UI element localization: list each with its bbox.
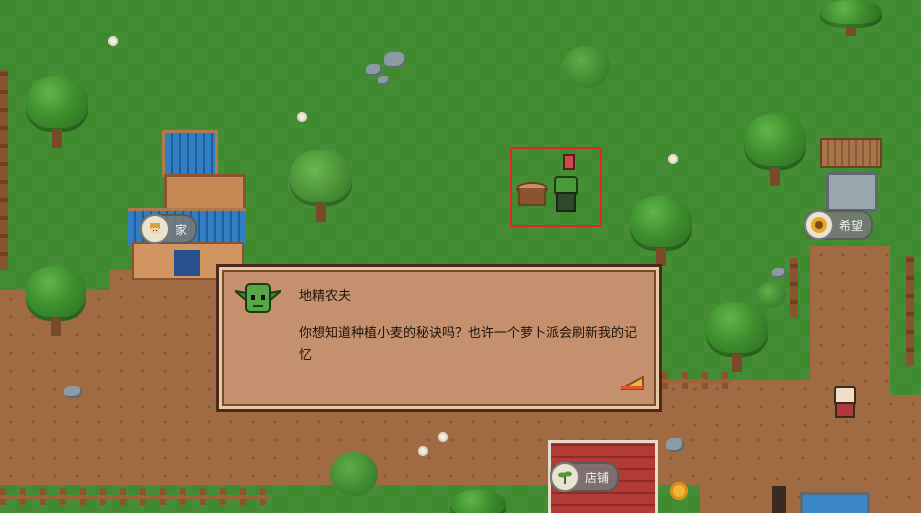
flower [418,446,428,456]
rock [666,438,684,452]
rock [366,64,382,76]
game-world: 家 希望 店铺 [0,0,921,513]
wish-sign[interactable]: 希望 [804,210,874,240]
home-sign[interactable]: 家 [140,214,198,244]
flower-bush [330,452,378,496]
villager-portrait-icon [140,214,170,244]
fence-bottom-left [0,488,270,505]
fruit-tree [290,150,352,222]
wishing-well[interactable] [818,138,882,212]
fence-mid-right [662,372,732,389]
home-sign-label: 家 [175,222,188,237]
rock [384,52,406,68]
bush [756,282,786,308]
dirt-path-right [810,246,890,396]
wish-sign-label: 希望 [839,218,864,233]
npc-highlight-box [510,147,602,227]
tree [26,76,88,148]
well-base [826,172,878,212]
flower [668,154,678,164]
tree [450,490,506,513]
house-roof-top [162,130,218,177]
rock [378,76,390,85]
rock [64,386,82,398]
lantern-post [772,486,786,513]
villager-body [835,402,855,418]
house-door[interactable] [174,250,200,276]
npc-name: 地精农夫 [299,289,352,304]
flower [438,432,448,442]
flower [108,36,118,46]
tree [630,196,692,266]
shop-sign-label: 店铺 [585,470,610,485]
fence-left [0,70,8,270]
fence-far-right [906,256,914,366]
tree [706,302,768,372]
goblin-face-icon [231,281,285,315]
fence-right-post [790,258,798,318]
pond [800,492,870,513]
tree [26,266,86,336]
flower [297,112,307,122]
well-roof [820,138,882,168]
shop-sign[interactable]: 店铺 [550,462,620,492]
villager-npc[interactable] [832,386,856,418]
dialog-text: 你想知道种植小麦的秘诀吗？也许一个萝卜派会刷新我的记忆 [299,326,638,363]
tree [744,114,806,186]
rock [772,268,786,278]
bush [562,46,610,88]
sunflower-icon [804,210,834,240]
sunflower [670,482,688,500]
sprout-icon [550,462,580,492]
tree [820,0,882,36]
home-house[interactable] [128,130,246,280]
pie-slice-icon[interactable] [619,373,645,391]
npc-dialog-box[interactable]: 地精农夫 你想知道种植小麦的秘诀吗？也许一个萝卜派会刷新我的记忆 [216,264,662,412]
